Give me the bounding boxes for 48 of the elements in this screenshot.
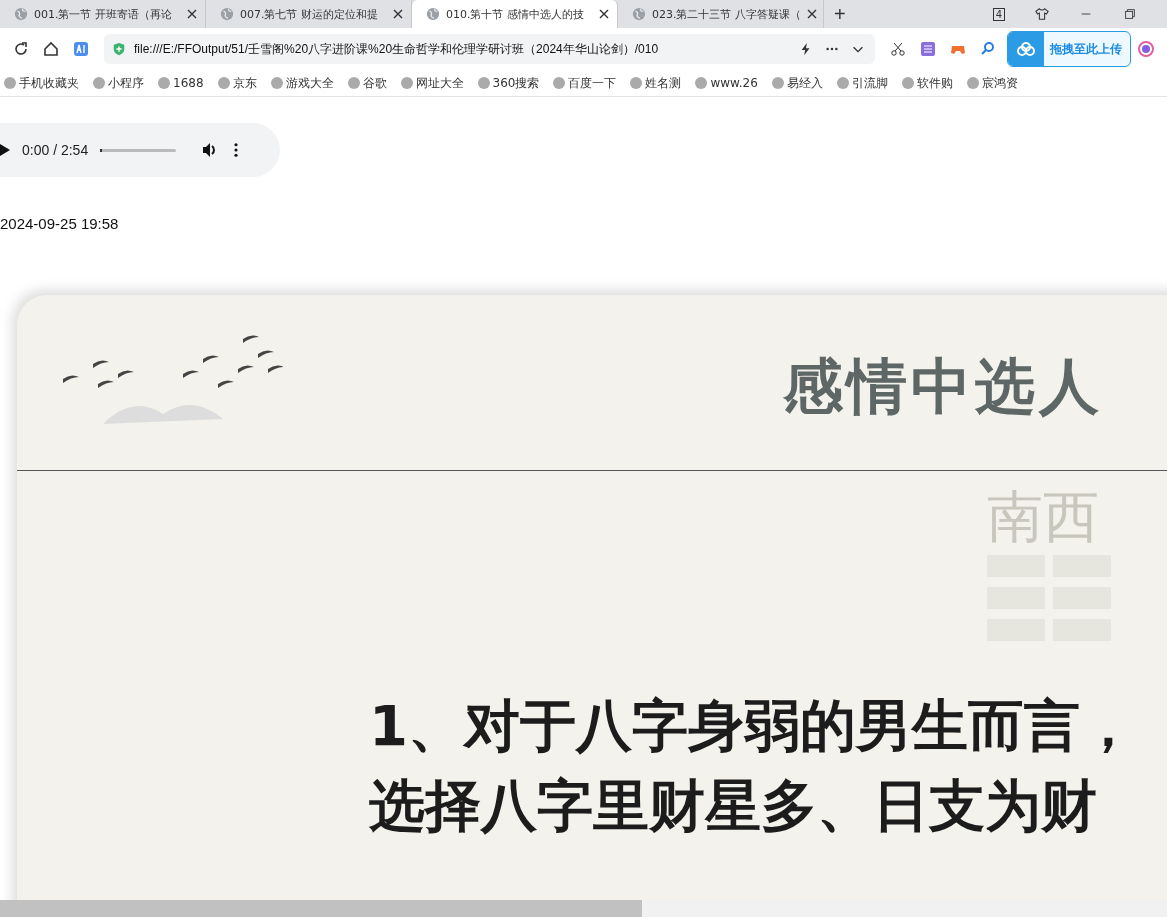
cloud-icon <box>1008 32 1044 66</box>
globe-icon <box>426 7 440 21</box>
more-icon[interactable] <box>234 143 239 157</box>
browser-tab[interactable]: 001.第一节 开班寄语（再论 <box>0 0 206 28</box>
globe-icon <box>220 7 234 21</box>
ai-assistant-icon[interactable] <box>1138 41 1154 57</box>
slide-text: 选择八字里财星多、日支为财 <box>369 772 1098 840</box>
audio-player[interactable]: 0:00 / 2:54 <box>0 123 280 177</box>
browser-tab[interactable]: 010.第十节 感情中选人的技 <box>412 0 618 28</box>
bookmark[interactable]: 宸鸿资 <box>966 74 1018 92</box>
timestamp: 2024-09-25 19:58 <box>0 215 119 232</box>
play-icon[interactable] <box>0 144 10 156</box>
browser-tab[interactable]: 023.第二十三节 八字答疑课（ <box>618 0 824 28</box>
audio-time: 0:00 / 2:54 <box>22 142 89 158</box>
bookmark[interactable]: 软件购 <box>901 74 953 92</box>
bookmark[interactable]: 京东 <box>217 74 257 92</box>
home-icon[interactable] <box>43 41 59 57</box>
bookmark[interactable]: 小程序 <box>93 74 144 92</box>
new-tab-button[interactable]: + <box>824 2 856 26</box>
address-bar[interactable]: file:///E:/FFOutput/51/壬雪阁%20八字进阶课%20生命哲学和伦理学研讨班（2024年华山论剑）/010 <box>104 34 875 64</box>
globe-icon <box>632 7 646 21</box>
bookmark[interactable]: 手机收藏夹 <box>4 74 79 92</box>
close-icon[interactable] <box>187 9 197 19</box>
bookmark[interactable]: 1688 <box>158 76 204 90</box>
close-icon[interactable] <box>807 9 817 19</box>
scissors-icon[interactable] <box>890 41 906 57</box>
bookmark[interactable]: 引流脚 <box>836 74 888 92</box>
horizontal-scrollbar[interactable] <box>0 900 1167 917</box>
ai-icon[interactable] <box>73 41 89 57</box>
reload-icon[interactable] <box>13 41 29 57</box>
slide-text: 1、对于八字身弱的男生而言， <box>369 692 1137 760</box>
bookmark[interactable]: 网址大全 <box>400 74 464 92</box>
bookmark[interactable]: 易经入 <box>771 74 823 92</box>
close-icon[interactable] <box>393 9 403 19</box>
search-icon[interactable] <box>980 41 996 57</box>
restore-icon[interactable] <box>1123 7 1137 21</box>
bookmark[interactable]: 姓名测 <box>630 74 682 92</box>
bookmark[interactable]: www.26 <box>695 76 758 90</box>
close-icon[interactable] <box>599 9 609 19</box>
bookmark[interactable]: 游戏大全 <box>270 74 334 92</box>
tab-count[interactable]: 4 <box>992 7 1005 21</box>
shield-icon <box>112 42 126 56</box>
slide-title: 感情中选人 <box>783 353 1103 419</box>
bookmark[interactable]: 谷歌 <box>347 74 387 92</box>
globe-icon <box>14 7 28 21</box>
bookmark[interactable]: 百度一下 <box>553 74 617 92</box>
shirt-icon[interactable] <box>1035 7 1049 21</box>
bookmark[interactable]: 360搜索 <box>477 74 540 92</box>
